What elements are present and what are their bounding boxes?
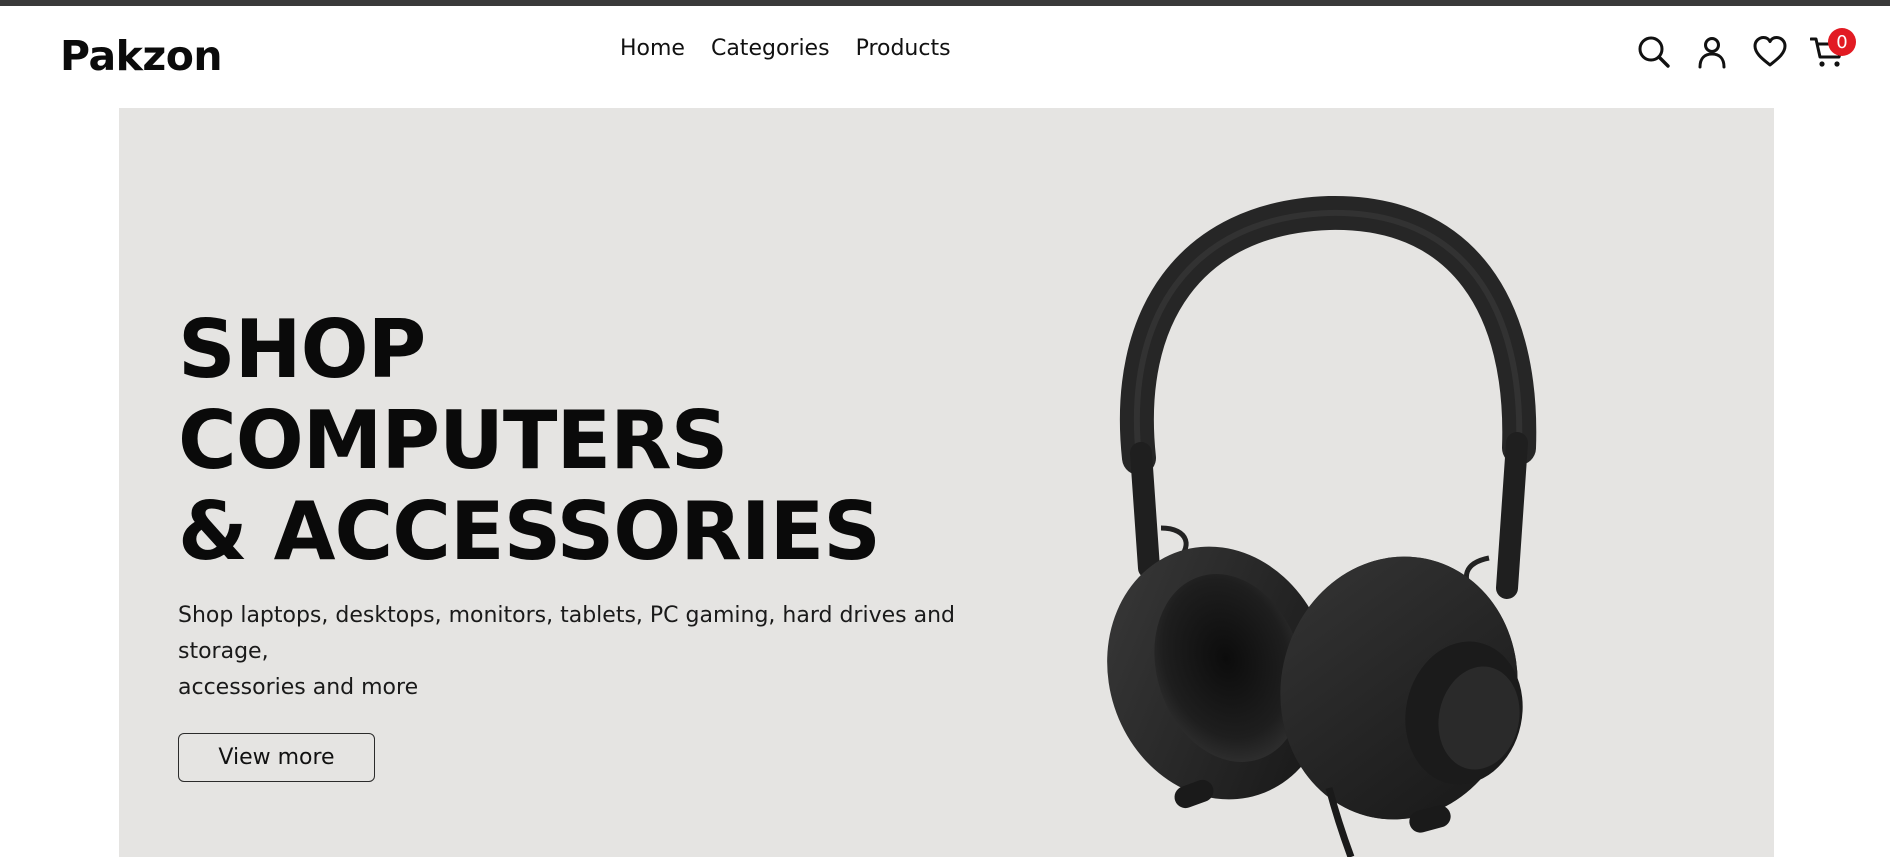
nav-item-home[interactable]: Home bbox=[620, 36, 685, 61]
headphones-image bbox=[1107, 195, 1537, 857]
hero-banner: SHOP COMPUTERS & ACCESSORIES Shop laptop… bbox=[119, 108, 1774, 857]
hero-title: SHOP COMPUTERS & ACCESSORIES bbox=[178, 303, 881, 578]
nav-item-categories[interactable]: Categories bbox=[711, 36, 830, 61]
account-button[interactable] bbox=[1694, 34, 1730, 70]
search-button[interactable] bbox=[1636, 34, 1672, 70]
hero-title-line: & ACCESSORIES bbox=[178, 485, 881, 578]
wishlist-button[interactable] bbox=[1752, 34, 1788, 70]
hero-description-line: Shop laptops, desktops, monitors, tablet… bbox=[178, 603, 955, 628]
user-icon bbox=[1698, 37, 1726, 69]
hero-title-line: COMPUTERS bbox=[178, 394, 728, 487]
hero-description-line: storage, bbox=[178, 639, 269, 664]
heart-icon bbox=[1753, 36, 1787, 67]
hero-title-line: SHOP bbox=[178, 303, 426, 396]
search-icon bbox=[1638, 36, 1670, 68]
view-more-button[interactable]: View more bbox=[178, 733, 375, 782]
brand-logo[interactable]: Pakzon bbox=[60, 32, 223, 80]
main-nav: Home Categories Products bbox=[620, 36, 951, 61]
nav-item-products[interactable]: Products bbox=[856, 36, 951, 61]
site-header: Pakzon Home Categories Products 0 bbox=[0, 6, 1890, 108]
hero-description: Shop laptops, desktops, monitors, tablet… bbox=[178, 598, 978, 706]
cart-count-badge: 0 bbox=[1828, 28, 1856, 56]
header-actions: 0 bbox=[1636, 28, 1856, 70]
hero-description-line: accessories and more bbox=[178, 675, 419, 700]
